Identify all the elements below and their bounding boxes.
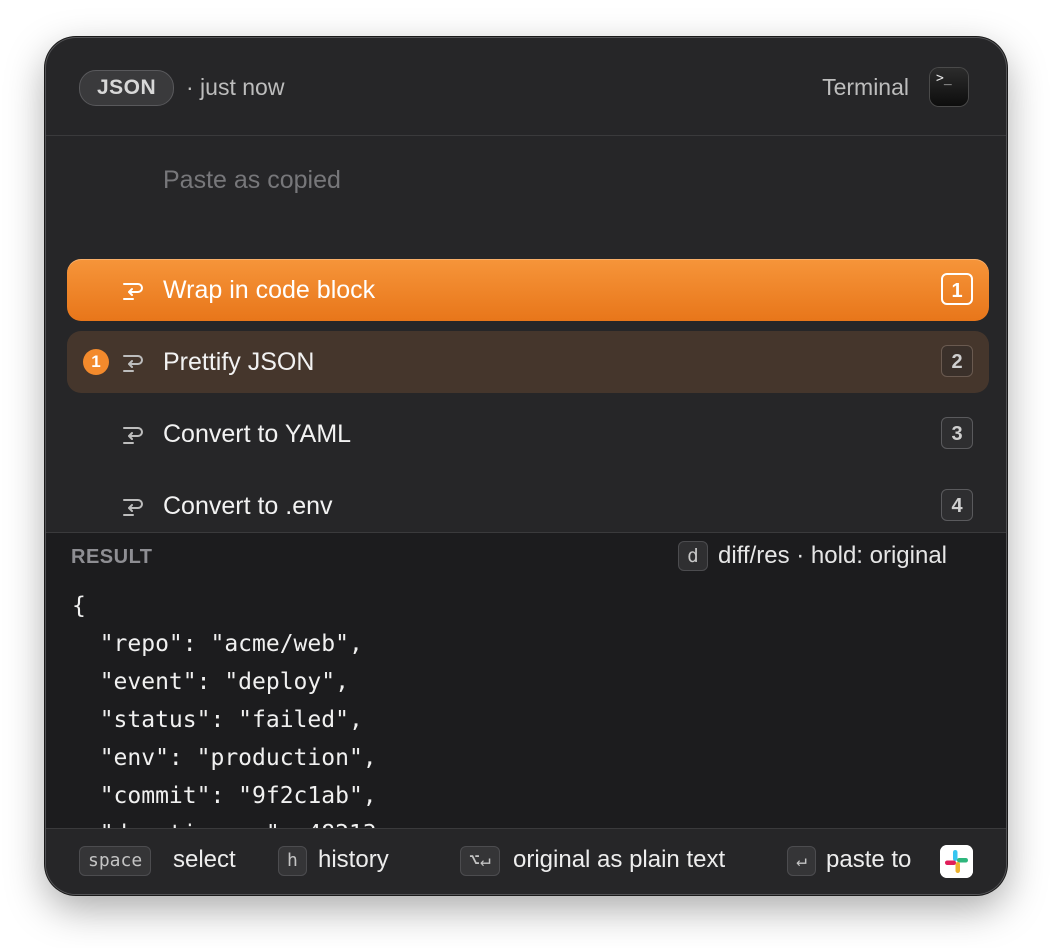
action-wrap-in-code-block[interactable]: Wrap in code block 1 [67, 259, 989, 321]
diff-toggle-key[interactable]: d [678, 541, 708, 571]
footer-shortcuts: space select h history ⌥↵ original as pl… [46, 828, 1006, 894]
paste-to-hint: paste to [826, 846, 912, 873]
action-label: Prettify JSON [163, 348, 315, 376]
slack-icon[interactable] [940, 845, 973, 878]
target-app-label: Terminal [822, 74, 909, 100]
code-line: "status": "failed", [72, 707, 363, 733]
shortcut-key: 4 [941, 489, 973, 521]
history-hint: history [318, 846, 389, 873]
action-label: Convert to YAML [163, 420, 352, 448]
transform-icon [123, 355, 143, 372]
actions-list: Paste as copied Wrap in code block 1 1 P… [46, 136, 1006, 532]
select-hint: select [173, 846, 236, 873]
code-line: { [72, 593, 86, 619]
option-enter-key[interactable]: ⌥↵ [460, 846, 500, 876]
transform-icon [123, 499, 143, 516]
shortcut-key: 2 [941, 345, 973, 377]
code-line: "repo": "acme/web", [72, 631, 363, 657]
header: JSON · just now Terminal >_ [46, 38, 1006, 136]
diff-hint: diff/res · hold: original [718, 542, 948, 569]
action-label: Convert to .env [163, 492, 333, 520]
transform-icon [123, 283, 143, 300]
format-badge: JSON [79, 70, 175, 106]
action-convert-to-yaml[interactable]: Convert to YAML 3 [67, 403, 989, 465]
result-heading: RESULT [71, 546, 153, 568]
enter-key[interactable]: ↵ [787, 846, 816, 876]
history-key[interactable]: h [278, 846, 307, 876]
action-prettify-json[interactable]: 1 Prettify JSON 2 [67, 331, 989, 393]
usage-count-badge: 1 [83, 349, 109, 375]
shortcut-key: 3 [941, 417, 973, 449]
paste-as-copied-option[interactable]: Paste as copied [163, 163, 341, 197]
shortcut-key: 1 [941, 273, 973, 305]
action-convert-to-env[interactable]: Convert to .env 4 [67, 475, 989, 532]
code-line: "commit": "9f2c1ab", [72, 783, 377, 809]
result-panel: RESULT d diff/res · hold: original { "re… [46, 532, 1006, 829]
transform-icon [123, 427, 143, 444]
action-label: Wrap in code block [163, 276, 376, 304]
terminal-app-icon[interactable]: >_ [930, 68, 968, 106]
plain-text-hint: original as plain text [513, 846, 726, 873]
result-code: { "repo": "acme/web", "event": "deploy",… [72, 587, 377, 829]
space-key[interactable]: space [79, 846, 152, 876]
code-line: "event": "deploy", [72, 669, 349, 695]
clipboard-window: JSON · just now Terminal >_ Paste as cop… [46, 38, 1006, 894]
code-line: "env": "production", [72, 745, 377, 771]
timestamp: · just now [186, 74, 285, 100]
